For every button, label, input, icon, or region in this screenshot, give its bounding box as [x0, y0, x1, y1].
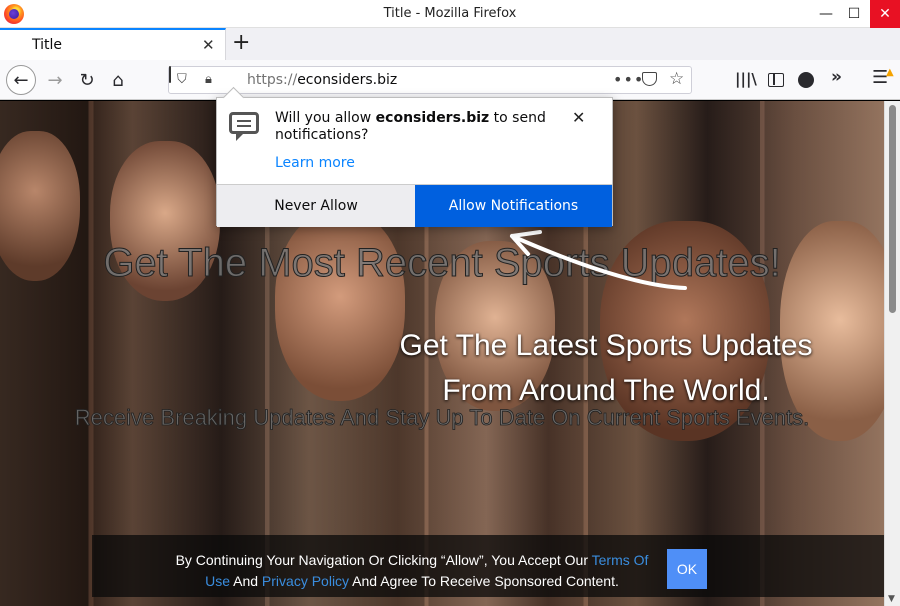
- tab-strip: Title ✕ +: [0, 28, 900, 60]
- url-bar[interactable]: ⛉ 🔒︎ https://econsiders.biz ••• ☆: [168, 66, 692, 94]
- learn-more-link[interactable]: Learn more: [275, 155, 355, 171]
- privacy-policy-link[interactable]: Privacy Policy: [262, 573, 349, 589]
- page-scrollbar[interactable]: ▼: [884, 101, 900, 606]
- tab-active[interactable]: Title ✕: [0, 28, 226, 60]
- consent-text-part-1: By Continuing Your Navigation Or Clickin…: [175, 552, 592, 568]
- window-titlebar: Title - Mozilla Firefox — ☐ ✕: [0, 0, 900, 28]
- maximize-button[interactable]: ☐: [840, 0, 868, 28]
- url-protocol: https://: [247, 72, 298, 88]
- warning-icon: ▲: [886, 67, 894, 78]
- new-tab-button[interactable]: +: [232, 31, 250, 55]
- account-icon[interactable]: [798, 72, 814, 88]
- ok-button[interactable]: OK: [667, 549, 707, 589]
- popup-message-start: Will you allow: [275, 110, 376, 126]
- scroll-down-arrow-icon[interactable]: ▼: [888, 594, 895, 604]
- tab-title: Title: [32, 37, 63, 53]
- pocket-icon[interactable]: [642, 72, 657, 86]
- url-text[interactable]: https://econsiders.biz: [247, 72, 397, 88]
- lock-icon[interactable]: 🔒︎: [205, 72, 212, 87]
- notification-permission-icon[interactable]: [169, 66, 171, 83]
- popup-message-host: econsiders.biz: [375, 110, 490, 126]
- consent-banner: By Continuing Your Navigation Or Clickin…: [92, 535, 884, 597]
- subheadline-line-1: Get The Latest Sports Updates: [399, 329, 813, 362]
- home-button[interactable]: ⌂: [103, 65, 133, 95]
- notification-permission-popup: Will you allow econsiders.biz to send no…: [216, 97, 613, 227]
- url-host: econsiders.biz: [297, 72, 398, 88]
- minimize-button[interactable]: —: [812, 0, 840, 28]
- pointing-arrow-icon: [510, 230, 687, 290]
- popup-button-row: Never Allow Allow Notifications: [217, 184, 612, 227]
- consent-text-part-2: And: [230, 573, 262, 589]
- forward-button[interactable]: →: [40, 65, 70, 95]
- bookmark-star-icon[interactable]: ☆: [669, 69, 684, 89]
- navigation-toolbar: ← → ↻ ⌂ ⛉ 🔒︎ https://econsiders.biz ••• …: [0, 60, 900, 100]
- never-allow-button[interactable]: Never Allow: [217, 185, 415, 227]
- allow-notifications-button[interactable]: Allow Notifications: [415, 185, 612, 227]
- consent-text-part-3: And Agree To Receive Sponsored Content.: [349, 573, 619, 589]
- reload-button[interactable]: ↻: [72, 65, 102, 95]
- window-title: Title - Mozilla Firefox: [383, 6, 517, 21]
- chat-bubble-icon: [229, 112, 259, 141]
- sidebar-icon[interactable]: [768, 73, 784, 87]
- popup-message: Will you allow econsiders.biz to send no…: [275, 110, 565, 144]
- library-icon[interactable]: |||\: [735, 70, 757, 88]
- overflow-menu-icon[interactable]: »: [831, 67, 842, 87]
- page-actions-icon[interactable]: •••: [613, 70, 644, 89]
- back-button[interactable]: ←: [6, 65, 36, 95]
- close-window-button[interactable]: ✕: [870, 0, 900, 28]
- consent-text: By Continuing Your Navigation Or Clickin…: [162, 550, 662, 592]
- popup-close-icon[interactable]: ✕: [572, 108, 585, 127]
- tab-close-icon[interactable]: ✕: [202, 36, 215, 54]
- page-headline: Get The Most Recent Sports Updates!: [103, 241, 781, 286]
- scrollbar-thumb[interactable]: [889, 105, 896, 313]
- tracking-shield-icon[interactable]: ⛉: [177, 72, 187, 87]
- page-description: Receive Breaking Updates And Stay Up To …: [74, 405, 810, 431]
